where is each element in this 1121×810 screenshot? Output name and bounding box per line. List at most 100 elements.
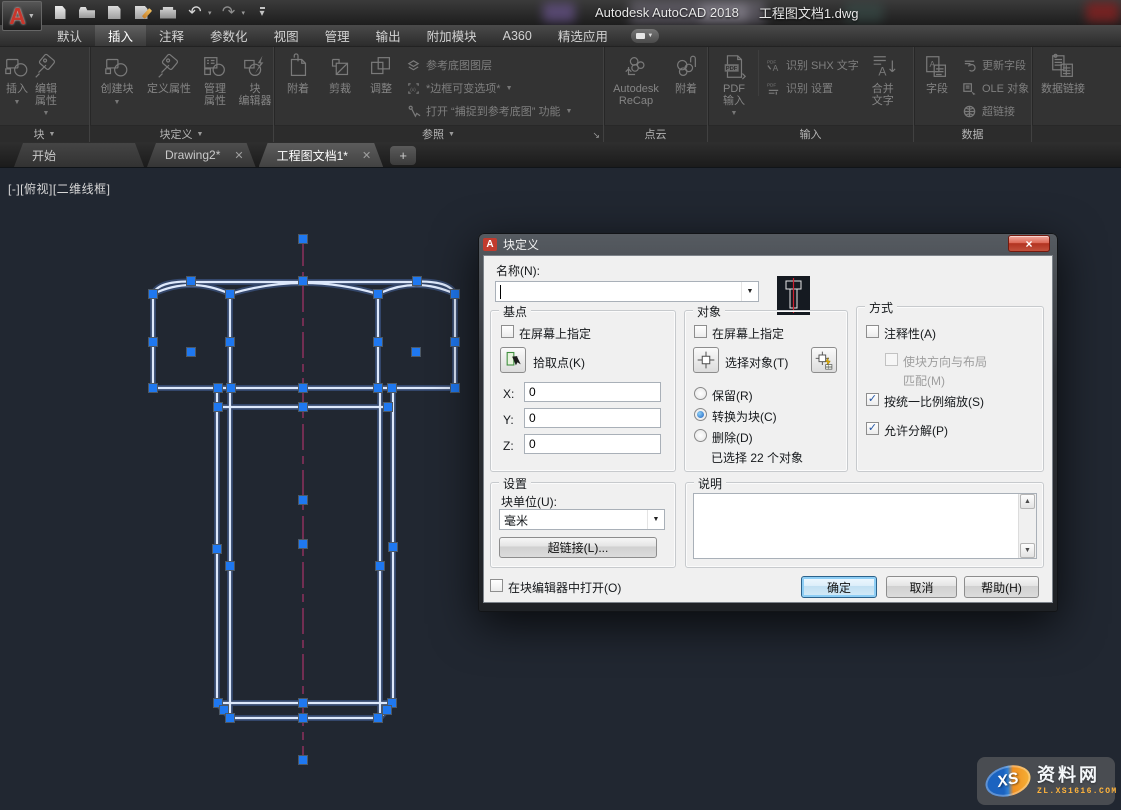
grip[interactable] [299, 699, 308, 708]
convert-to-block-radio[interactable]: 转换为块(C) [694, 408, 777, 425]
customize-qat-button[interactable] [252, 3, 272, 23]
insert-block-button[interactable]: 插入 ▼ [3, 50, 31, 108]
tab-view[interactable]: 视图 [261, 25, 312, 46]
panel-title-point-cloud[interactable]: 点云 [604, 125, 707, 142]
grip[interactable] [213, 545, 222, 554]
grip[interactable] [383, 706, 392, 715]
tab-output[interactable]: 输出 [363, 25, 414, 46]
frames-option-button[interactable]: *边框可变选项* ▼ [406, 80, 572, 96]
delete-radio[interactable]: 删除(D) [694, 429, 753, 446]
grip[interactable] [299, 403, 308, 412]
grip[interactable] [374, 384, 383, 393]
panel-title-block-definition[interactable]: 块定义 ▼ [90, 125, 273, 142]
file-tab-current-document[interactable]: 工程图文档1* ✕ [259, 143, 384, 167]
grip[interactable] [214, 403, 223, 412]
base-z-input[interactable] [524, 434, 661, 454]
open-in-block-editor-checkbox[interactable]: 在块编辑器中打开(O) [490, 579, 621, 596]
scale-uniformly-checkbox[interactable]: 按统一比例缩放(S) [866, 393, 984, 410]
grip[interactable] [374, 290, 383, 299]
hyperlink-button[interactable]: 超链接(L)... [499, 537, 657, 558]
tab-annotate[interactable]: 注释 [146, 25, 197, 46]
panel-title-linking[interactable]: 链接和 [1032, 125, 1121, 142]
grip[interactable] [451, 384, 460, 393]
grip[interactable] [299, 235, 308, 244]
block-unit-select[interactable]: 毫米 ▼ [499, 509, 665, 530]
grip[interactable] [451, 290, 460, 299]
grip[interactable] [226, 338, 235, 347]
grip[interactable] [389, 543, 398, 552]
autodesk-recap-button[interactable]: Autodesk ReCap [607, 50, 665, 107]
file-tab-start[interactable]: 开始 [14, 143, 144, 167]
grip[interactable] [187, 348, 196, 357]
grip[interactable] [299, 714, 308, 723]
chevron-down-icon[interactable]: ▼ [647, 510, 664, 529]
manage-attributes-button[interactable]: 管理 属性 [197, 50, 233, 107]
undo-button[interactable] [185, 3, 205, 23]
ole-object-button[interactable]: OLE 对象 [962, 80, 1029, 96]
tab-parametric[interactable]: 参数化 [197, 25, 261, 46]
data-link-button[interactable]: 数据链接 [1035, 50, 1091, 96]
panel-title-block[interactable]: 块 ▼ [0, 125, 89, 142]
close-icon[interactable]: ✕ [234, 149, 243, 162]
grip[interactable] [299, 756, 308, 765]
tab-default[interactable]: 默认 [44, 25, 95, 46]
redo-button[interactable] [219, 3, 239, 23]
plot-button[interactable] [158, 3, 178, 23]
redo-dropdown-caret[interactable]: ▾ [242, 9, 246, 17]
pdf-import-button[interactable]: PDF 输入 ▼ [711, 50, 757, 120]
save-as-button[interactable] [131, 3, 151, 23]
recognition-settings-button[interactable]: 识别 设置 [766, 80, 859, 96]
tab-a360[interactable]: A360 [490, 25, 545, 46]
tab-addins[interactable]: 附加模块 [414, 25, 490, 46]
undo-dropdown-caret[interactable]: ▾ [208, 9, 212, 17]
tab-insert[interactable]: 插入 [95, 25, 146, 46]
retain-radio[interactable]: 保留(R) [694, 387, 753, 404]
recognize-shx-text-button[interactable]: 识别 SHX 文字 [766, 57, 859, 73]
grip[interactable] [149, 384, 158, 393]
scroll-up-button[interactable]: ▲ [1020, 494, 1035, 509]
edit-attributes-button[interactable]: 编辑 属性 ▼ [32, 50, 60, 120]
define-attributes-button[interactable]: 定义属性 [142, 50, 196, 96]
cancel-button[interactable]: 取消 [886, 576, 957, 598]
field-button[interactable]: 字段 [917, 50, 957, 96]
tab-manage[interactable]: 管理 [312, 25, 363, 46]
grip[interactable] [226, 290, 235, 299]
base-x-input[interactable] [524, 382, 661, 402]
adjust-button[interactable]: 调整 [361, 50, 401, 96]
close-icon[interactable]: ✕ [362, 149, 371, 162]
grip[interactable] [149, 290, 158, 299]
chevron-down-icon[interactable]: ▼ [741, 282, 758, 301]
update-fields-button[interactable]: 更新字段 [962, 57, 1029, 73]
app-menu-button[interactable]: A ▼ [2, 1, 42, 31]
objects-specify-on-screen-checkbox[interactable]: 在屏幕上指定 [694, 325, 784, 342]
grip[interactable] [374, 338, 383, 347]
grip[interactable] [299, 277, 308, 286]
grip[interactable] [299, 540, 308, 549]
select-objects-button[interactable] [693, 347, 719, 373]
snap-to-underlay-button[interactable]: 打开 “捕捉到参考底图” 功能 ▼ [406, 103, 572, 119]
create-block-button[interactable]: 创建块 ▼ [93, 50, 141, 108]
annotative-checkbox[interactable]: 注释性(A) [866, 325, 936, 342]
panel-title-data[interactable]: 数据 [914, 125, 1031, 142]
grip[interactable] [299, 496, 308, 505]
allow-exploding-checkbox[interactable]: 允许分解(P) [866, 422, 948, 439]
grip[interactable] [227, 384, 236, 393]
tab-featured-apps[interactable]: 精选应用 [545, 25, 621, 46]
quick-select-button[interactable] [811, 347, 837, 373]
attach-point-cloud-button[interactable]: 附着 [666, 50, 706, 96]
grip[interactable] [187, 277, 196, 286]
file-tab-drawing2[interactable]: Drawing2* ✕ [147, 143, 256, 167]
grip[interactable] [226, 714, 235, 723]
scroll-down-button[interactable]: ▼ [1020, 543, 1035, 558]
underlay-layers-button[interactable]: 参考底图图层 [406, 57, 572, 73]
dialog-title-bar[interactable]: A 块定义 × [483, 233, 1053, 255]
grip[interactable] [214, 384, 223, 393]
block-name-combo[interactable]: ▼ [495, 281, 759, 302]
grip[interactable] [149, 338, 158, 347]
grip[interactable] [226, 562, 235, 571]
description-textarea[interactable]: ▲ ▼ [693, 493, 1037, 559]
pick-point-button[interactable] [500, 347, 526, 373]
attach-button[interactable]: 附着 [277, 50, 319, 96]
grip[interactable] [412, 348, 421, 357]
grip[interactable] [376, 562, 385, 571]
